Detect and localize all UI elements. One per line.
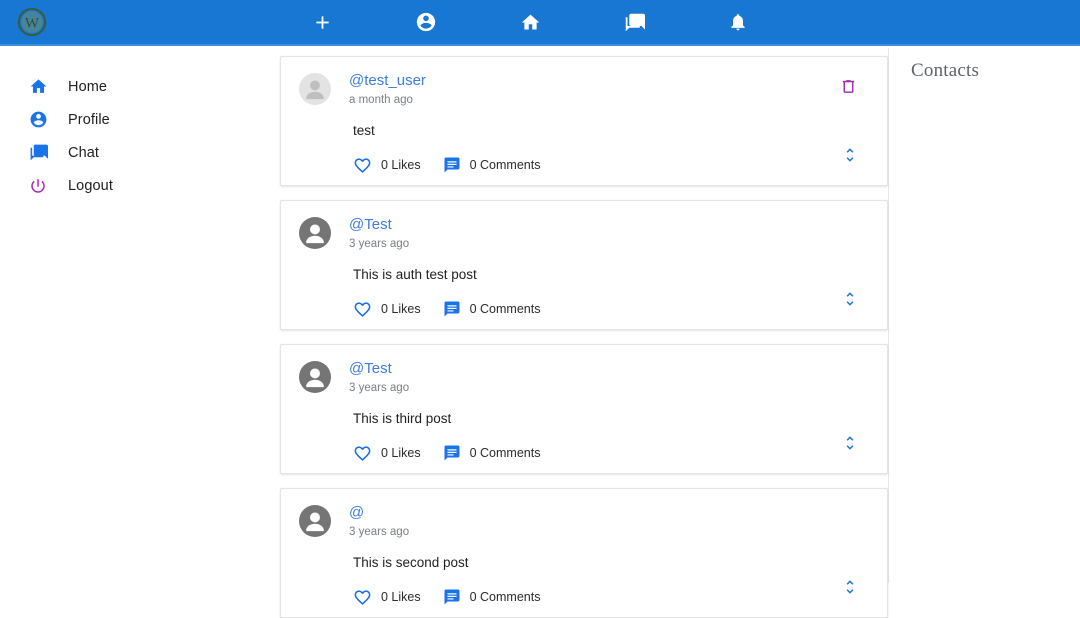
sidebar-item-label: Home	[68, 78, 108, 95]
nav-create-post-button[interactable]	[270, 0, 374, 45]
expand-post-button[interactable]	[841, 290, 859, 308]
post-timestamp: 3 years ago	[349, 526, 410, 538]
contacts-panel: Contacts	[888, 48, 1080, 583]
top-app-bar: W	[0, 0, 1080, 46]
comment-icon	[444, 445, 460, 461]
comment-icon	[444, 157, 460, 173]
account-circle-icon	[416, 12, 436, 32]
account-circle-icon	[26, 108, 50, 132]
avatar	[299, 361, 331, 393]
like-button[interactable]: 0 Likes	[353, 588, 421, 607]
delete-post-button[interactable]	[840, 78, 857, 95]
sidebar-item-profile[interactable]: Profile	[0, 103, 280, 136]
post-actions: 0 Likes 0 Comments	[353, 301, 869, 329]
forum-icon	[26, 141, 50, 165]
like-button[interactable]: 0 Likes	[353, 300, 421, 319]
post-username-link[interactable]: @Test	[349, 360, 409, 378]
post-card: @Test 3 years ago This is auth test post…	[280, 200, 888, 330]
comment-button[interactable]: 0 Comments	[443, 444, 541, 462]
post-body: This is auth test post	[353, 267, 477, 282]
comment-icon	[444, 301, 460, 317]
post-timestamp: 3 years ago	[349, 238, 410, 250]
comment-button[interactable]: 0 Comments	[443, 588, 541, 606]
post-card: @Test 3 years ago This is third post 0 L…	[280, 344, 888, 474]
heart-outline-icon	[354, 589, 371, 605]
post-username-link[interactable]: @	[349, 504, 409, 522]
like-count-label: 0 Likes	[381, 590, 421, 604]
post-body: test	[353, 123, 375, 138]
expand-post-button[interactable]	[841, 578, 859, 596]
post-timestamp: 3 years ago	[349, 382, 410, 394]
post-header: @test_user a month ago	[299, 71, 869, 109]
post-actions: 0 Likes 0 Comments	[353, 157, 869, 185]
avatar	[299, 217, 331, 249]
expand-post-button[interactable]	[841, 146, 859, 164]
post-header: @ 3 years ago	[299, 503, 869, 541]
post-username-link[interactable]: @test_user	[349, 72, 426, 90]
avatar	[299, 73, 331, 105]
heart-outline-icon	[354, 157, 371, 173]
expand-post-button[interactable]	[841, 434, 859, 452]
post-author-block: @test_user a month ago	[349, 71, 426, 109]
post-actions: 0 Likes 0 Comments	[353, 589, 869, 617]
contacts-title: Contacts	[911, 60, 980, 81]
forum-icon	[625, 13, 645, 31]
sidebar-item-chat[interactable]: Chat	[0, 136, 280, 169]
comment-count-label: 0 Comments	[469, 158, 541, 172]
page-body: Home Profile Chat Logout @test_user a mo…	[0, 48, 1080, 618]
post-card: @test_user a month ago test 0 Likes 0 Co…	[280, 56, 888, 186]
top-nav-icon-group	[64, 0, 1080, 45]
sidebar-item-logout[interactable]: Logout	[0, 169, 280, 202]
unfold-more-icon	[846, 436, 854, 450]
post-author-block: @Test 3 years ago	[349, 359, 409, 397]
left-sidebar: Home Profile Chat Logout	[0, 48, 280, 583]
post-header: @Test 3 years ago	[299, 215, 869, 253]
home-icon	[26, 75, 50, 99]
comment-button[interactable]: 0 Comments	[443, 300, 541, 318]
post-author-block: @Test 3 years ago	[349, 215, 409, 253]
like-button[interactable]: 0 Likes	[353, 444, 421, 463]
sidebar-item-label: Profile	[68, 111, 110, 128]
sidebar-item-home[interactable]: Home	[0, 70, 280, 103]
sidebar-item-label: Chat	[68, 144, 100, 161]
heart-outline-icon	[354, 445, 371, 461]
post-actions: 0 Likes 0 Comments	[353, 445, 869, 473]
unfold-more-icon	[846, 580, 854, 594]
post-body: This is third post	[353, 411, 452, 426]
sidebar-item-label: Logout	[68, 177, 113, 194]
notifications-bell-icon	[731, 14, 745, 31]
plus-icon	[315, 15, 329, 29]
post-card: @ 3 years ago This is second post 0 Like…	[280, 488, 888, 618]
post-author-block: @ 3 years ago	[349, 503, 409, 541]
comment-icon	[444, 589, 460, 605]
comment-button[interactable]: 0 Comments	[443, 156, 541, 174]
avatar	[299, 505, 331, 537]
like-count-label: 0 Likes	[381, 302, 421, 316]
like-count-label: 0 Likes	[381, 158, 421, 172]
comment-count-label: 0 Comments	[469, 302, 541, 316]
post-header: @Test 3 years ago	[299, 359, 869, 397]
post-username-link[interactable]: @Test	[349, 216, 409, 234]
comment-count-label: 0 Comments	[469, 590, 541, 604]
post-body: This is second post	[353, 555, 469, 570]
post-feed: @test_user a month ago test 0 Likes 0 Co…	[280, 48, 888, 618]
unfold-more-icon	[846, 148, 854, 162]
nav-chat-button[interactable]	[582, 0, 686, 45]
like-count-label: 0 Likes	[381, 446, 421, 460]
post-timestamp: a month ago	[349, 94, 413, 106]
like-button[interactable]: 0 Likes	[353, 156, 421, 175]
home-icon	[521, 14, 539, 29]
comment-count-label: 0 Comments	[469, 446, 541, 460]
unfold-more-icon	[846, 292, 854, 306]
trash-icon	[842, 80, 855, 93]
brand-logo-container[interactable]: W	[0, 7, 64, 37]
power-off-icon	[26, 174, 50, 198]
nav-notifications-button[interactable]	[686, 0, 790, 45]
nav-profile-button[interactable]	[374, 0, 478, 45]
wordpress-w-logo-icon: W	[17, 7, 47, 37]
heart-outline-icon	[354, 301, 371, 317]
nav-home-button[interactable]	[478, 0, 582, 45]
svg-text:W: W	[25, 16, 40, 32]
